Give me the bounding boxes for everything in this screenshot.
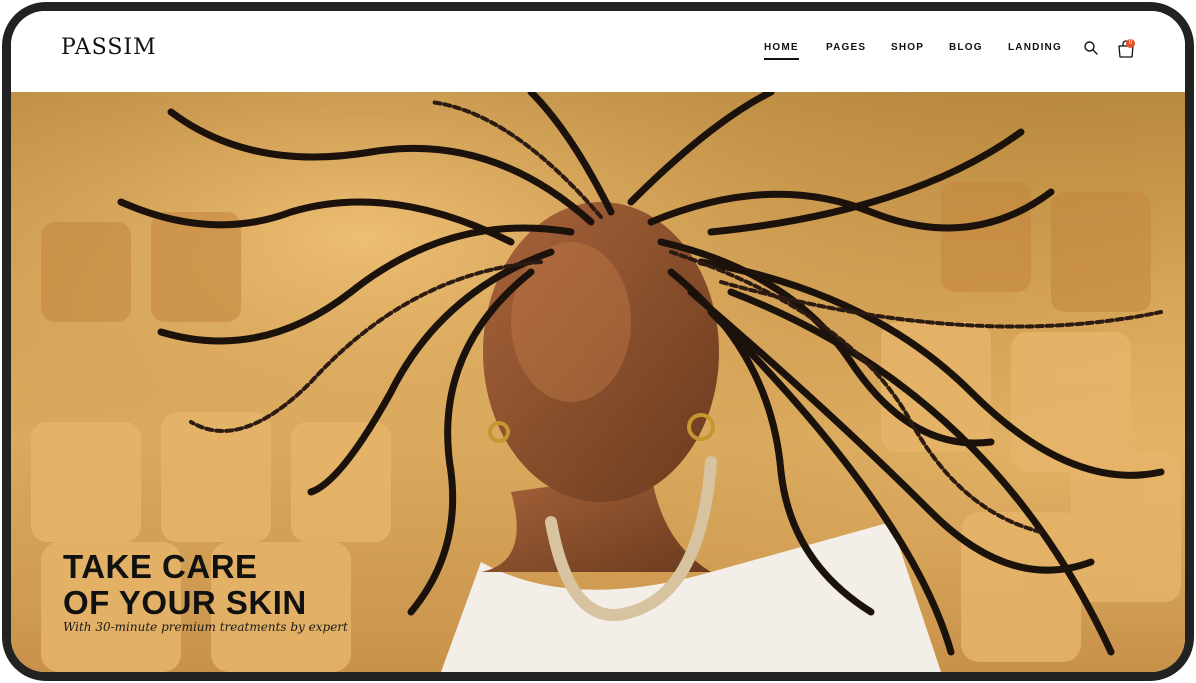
device-frame: PASSIM HOME PAGES SHOP BLOG LANDING 0 TA… xyxy=(2,2,1194,681)
hero-title: TAKE CARE OF YOUR SKIN xyxy=(63,549,307,621)
nav-item-home[interactable]: HOME xyxy=(764,42,799,60)
cart-count-badge: 0 xyxy=(1126,39,1135,48)
hero-title-line-1: TAKE CARE xyxy=(63,548,258,585)
nav-item-pages[interactable]: PAGES xyxy=(826,42,866,53)
hero-title-line-2: OF YOUR SKIN xyxy=(63,584,307,621)
main-nav: HOME PAGES SHOP BLOG LANDING xyxy=(11,42,1185,62)
hero-subtitle: With 30-minute premium treatments by exp… xyxy=(63,620,348,634)
hero-banner: TAKE CARE OF YOUR SKIN With 30-minute pr… xyxy=(11,92,1185,672)
search-icon[interactable] xyxy=(1083,40,1099,56)
nav-item-shop[interactable]: SHOP xyxy=(891,42,924,53)
site-header: PASSIM HOME PAGES SHOP BLOG LANDING 0 xyxy=(11,11,1185,92)
nav-item-landing[interactable]: LANDING xyxy=(1008,42,1062,53)
browser-viewport: PASSIM HOME PAGES SHOP BLOG LANDING 0 TA… xyxy=(11,11,1185,672)
nav-item-blog[interactable]: BLOG xyxy=(949,42,983,53)
